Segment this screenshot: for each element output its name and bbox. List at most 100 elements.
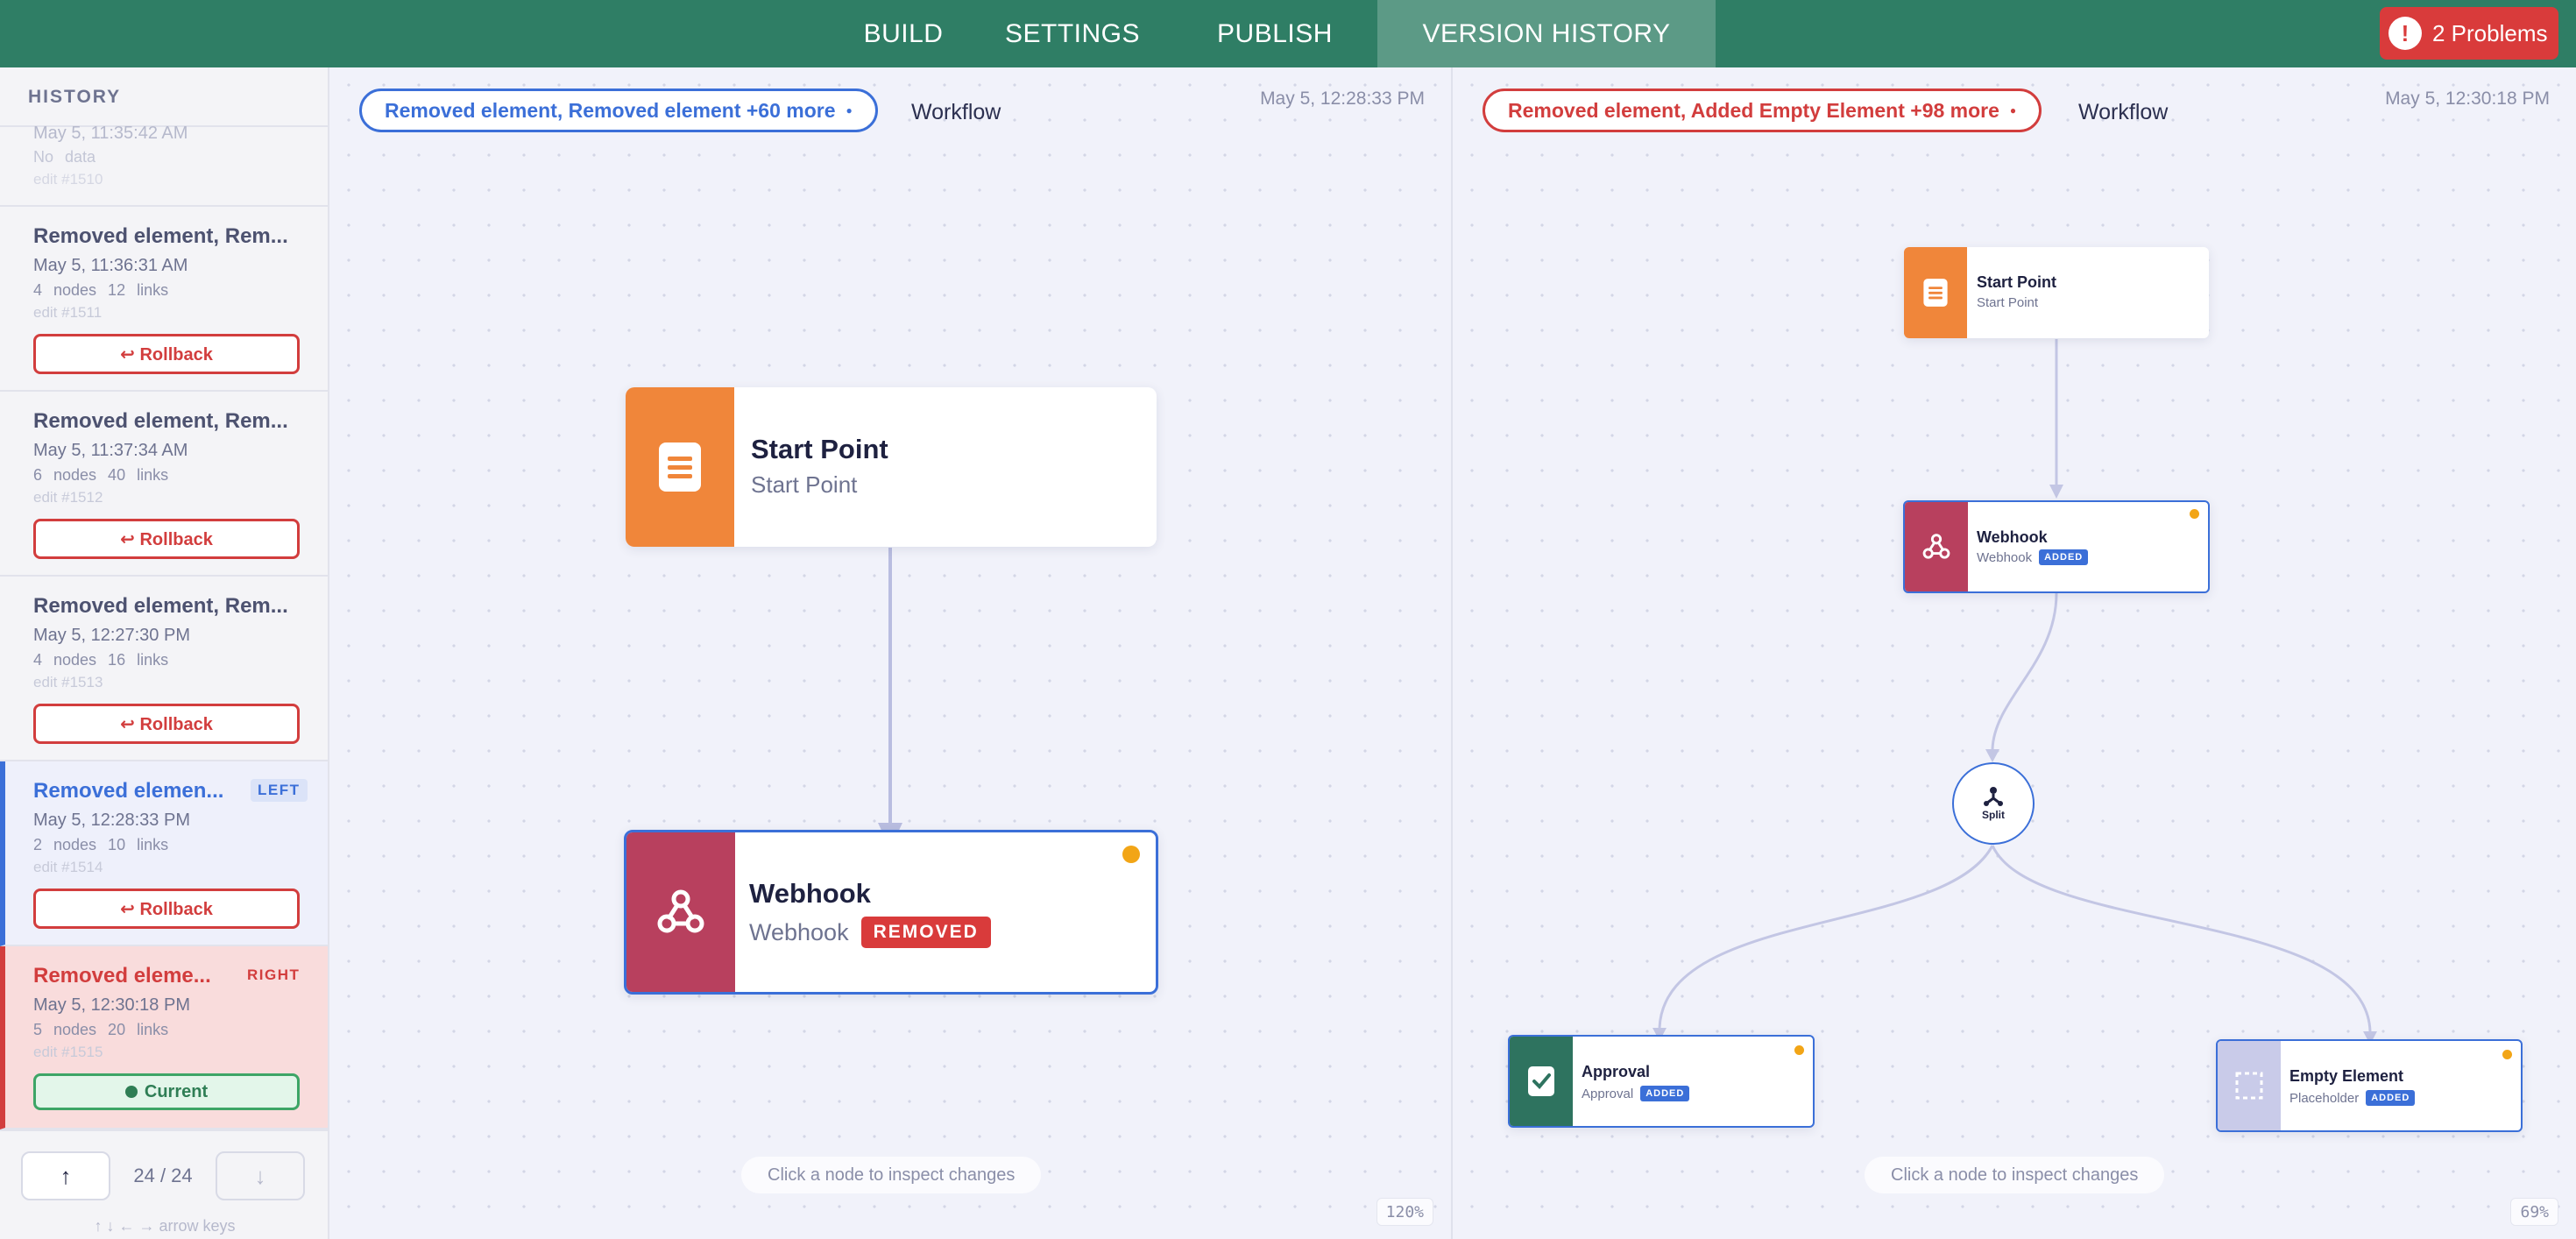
added-badge: ADDED	[2039, 549, 2089, 565]
entry-edit: edit #1514	[33, 859, 103, 875]
history-entry[interactable]: Removed element, Rem... May 5, 11:37:34 …	[0, 392, 328, 577]
entry-title: Removed element, Rem...	[33, 409, 288, 433]
document-icon	[659, 442, 701, 492]
entry-meta: 4 nodes 12 links	[33, 281, 169, 299]
rollback-button[interactable]: ↩ Rollback	[33, 889, 300, 929]
current-dot-icon	[124, 1086, 138, 1098]
node-subtitle: Start Point	[751, 471, 858, 498]
node-title: Webhook	[749, 878, 871, 909]
rollback-button[interactable]: ↩ Rollback	[33, 704, 300, 744]
history-entry[interactable]: May 5, 11:35:42 AM No data edit #1510	[0, 124, 328, 207]
next-version-button[interactable]: ↓	[216, 1151, 305, 1200]
history-entry[interactable]: Removed element, Rem... May 5, 11:36:31 …	[0, 207, 328, 392]
node-start-point[interactable]: Start Point Start Point	[626, 387, 1157, 547]
node-title: Approval	[1582, 1063, 1651, 1080]
problems-label: 2 Problems	[2432, 19, 2548, 46]
node-start-point[interactable]: Start Point Start Point	[1904, 247, 2209, 338]
approval-icon	[1528, 1066, 1554, 1096]
left-click-hint: Click a node to inspect changes	[741, 1157, 1042, 1193]
node-subtitle: Start Point	[1977, 295, 2039, 310]
keyboard-hint: ↑ ↓ ← → arrow keys	[94, 1217, 236, 1235]
change-indicator-dot	[2502, 1050, 2512, 1059]
entry-meta: 5 nodes 20 links	[33, 1021, 169, 1038]
history-entry[interactable]: Removed element, Rem... May 5, 12:27:30 …	[0, 577, 328, 761]
entry-edit: edit #1513	[33, 674, 103, 690]
node-title: Empty Element	[2289, 1067, 2404, 1085]
entry-title: Removed element, Rem...	[33, 594, 288, 618]
version-counter: 24 / 24	[133, 1165, 193, 1186]
placeholder-icon	[2235, 1072, 2263, 1100]
change-indicator-dot	[1122, 846, 1140, 863]
tab-settings[interactable]: SETTINGS	[973, 0, 1172, 67]
entry-edit: edit #1511	[33, 304, 103, 321]
node-title: Start Point	[1977, 273, 2057, 291]
edge-arrow	[2049, 485, 2063, 499]
change-indicator-dot	[2190, 509, 2199, 519]
entry-edit: edit #1512	[33, 489, 103, 506]
tab-version-history[interactable]: VERSION HISTORY	[1377, 0, 1716, 67]
right-tag: RIGHT	[247, 966, 301, 983]
node-subtitle: Webhook	[749, 918, 849, 945]
split-icon	[1984, 787, 2003, 806]
right-compare-pane[interactable]: Removed element, Added Empty Element +98…	[1454, 67, 2576, 1239]
change-indicator-dot	[1794, 1045, 1804, 1055]
entry-meta: 4 nodes 16 links	[33, 651, 169, 669]
history-entry-right-selected[interactable]: Removed eleme... RIGHT May 5, 12:30:18 P…	[0, 946, 328, 1129]
rollback-button[interactable]: ↩ Rollback	[33, 334, 300, 374]
left-tag: LEFT	[251, 779, 308, 802]
current-badge: Current	[33, 1073, 300, 1110]
edge-split-approval	[1658, 845, 1994, 1029]
document-icon	[1923, 279, 1948, 307]
entry-date: May 5, 11:36:31 AM	[33, 256, 188, 275]
entry-edit: edit #1515	[33, 1044, 103, 1060]
history-entry-left-selected[interactable]: Removed elemen... LEFT May 5, 12:28:33 P…	[0, 761, 328, 946]
arrow-down-icon: ↓	[254, 1162, 266, 1189]
entry-edit: edit #1510	[33, 171, 103, 188]
node-webhook[interactable]: Webhook Webhook REMOVED	[624, 830, 1158, 995]
added-badge: ADDED	[2366, 1090, 2416, 1106]
node-subtitle: Approval	[1582, 1086, 1634, 1101]
left-compare-pane[interactable]: Removed element, Removed element +60 mor…	[331, 67, 1453, 1239]
entry-meta: 6 nodes 40 links	[33, 466, 169, 484]
node-webhook[interactable]: Webhook Webhook ADDED	[1903, 500, 2210, 593]
edge-arrow	[1985, 749, 1999, 762]
entry-meta: 2 nodes 10 links	[33, 836, 169, 853]
tab-build[interactable]: BUILD	[834, 0, 973, 67]
left-zoom-level[interactable]: 120%	[1376, 1198, 1433, 1226]
arrow-up-icon: ↑	[60, 1162, 72, 1189]
node-title: Webhook	[1977, 528, 2048, 546]
tab-publish[interactable]: PUBLISH	[1172, 0, 1377, 67]
added-badge: ADDED	[1640, 1086, 1690, 1101]
entry-title: Removed element, Rem...	[33, 224, 288, 248]
webhook-icon	[1922, 534, 1950, 559]
node-subtitle: Webhook	[1977, 549, 2033, 565]
node-approval[interactable]: Approval Approval ADDED	[1508, 1035, 1815, 1128]
node-empty-element[interactable]: Empty Element Placeholder ADDED	[2216, 1039, 2523, 1132]
current-label: Current	[144, 1081, 209, 1101]
entry-date: May 5, 12:28:33 PM	[33, 811, 190, 830]
previous-version-button[interactable]: ↑	[21, 1151, 110, 1200]
entry-date: May 5, 11:37:34 AM	[33, 441, 188, 460]
edge-webhook-split	[1991, 592, 2058, 750]
node-title: Start Point	[751, 434, 888, 464]
top-bar: BUILD SETTINGS PUBLISH VERSION HISTORY !…	[0, 0, 2576, 67]
main-tabs: BUILD SETTINGS PUBLISH VERSION HISTORY	[834, 0, 1716, 67]
webhook-icon	[657, 889, 704, 933]
removed-badge: REMOVED	[860, 917, 991, 948]
entry-title: Removed eleme...	[33, 964, 211, 988]
left-edges	[878, 548, 902, 849]
right-zoom-level[interactable]: 69%	[2510, 1198, 2558, 1226]
entry-date: May 5, 11:35:42 AM	[33, 124, 188, 143]
entry-date: May 5, 12:27:30 PM	[33, 626, 190, 645]
rollback-button[interactable]: ↩ Rollback	[33, 519, 300, 559]
edge-split-empty	[1991, 845, 2372, 1032]
history-footer: ↑ 24 / 24 ↓ ↑ ↓ ← → arrow keys	[0, 1129, 328, 1239]
node-split[interactable]: Split	[1952, 762, 2035, 845]
history-title: HISTORY	[0, 67, 328, 127]
node-subtitle: Placeholder	[2289, 1090, 2360, 1106]
alert-icon: !	[2388, 17, 2422, 50]
problems-button[interactable]: ! 2 Problems	[2380, 7, 2558, 60]
right-click-hint: Click a node to inspect changes	[1865, 1157, 2165, 1193]
entry-meta: No data	[33, 148, 96, 166]
history-sidebar: HISTORY May 5, 11:35:42 AM No data edit …	[0, 67, 329, 1239]
